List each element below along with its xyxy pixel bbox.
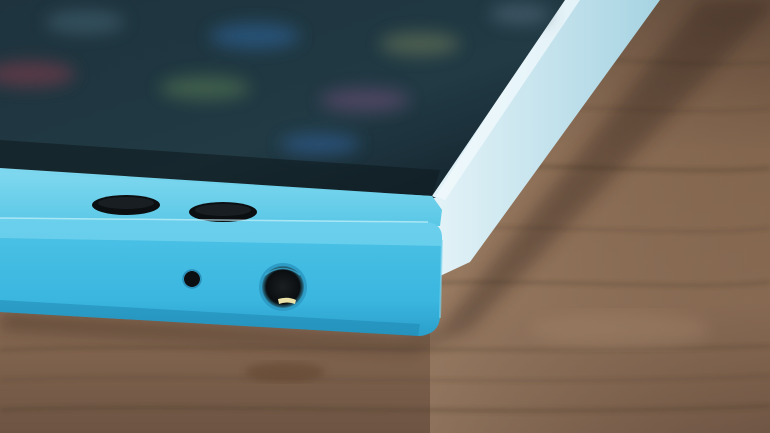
microphone-hole xyxy=(184,271,200,287)
photo-scene xyxy=(0,0,770,433)
photo-svg xyxy=(0,0,770,433)
headphone-jack xyxy=(259,263,307,311)
